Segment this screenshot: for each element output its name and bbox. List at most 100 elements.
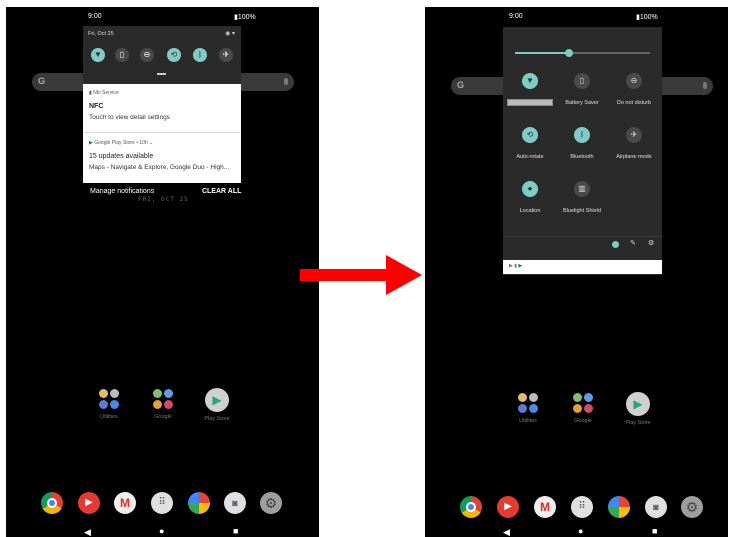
brightness-fill [515,52,569,54]
photos-icon[interactable] [188,492,210,514]
battery-saver-icon[interactable]: ▯ [115,48,129,62]
bluetooth-icon: ᛒ [574,127,590,143]
status-battery: ▮100% [234,14,256,21]
brightness-thumb[interactable] [565,49,573,57]
quick-settings-panel: ▼ ▯ Battery Saver ⊖ Do not disturb ⟲ Aut… [503,27,662,275]
youtube-icon[interactable]: ▶ [78,492,100,514]
gmail-icon[interactable]: M [114,492,136,514]
faint-date: FRI, OCT 25 [138,196,189,203]
tile-do-not-disturb[interactable]: ⊖ Do not disturb [604,73,664,106]
chrome-icon[interactable] [460,496,482,518]
notification-title: NFC [89,103,104,110]
youtube-icon[interactable]: ▶ [497,496,519,518]
right-screen: 9:00 ▮100% G ▼ ▯ Battery Saver ⊖ Do not … [425,7,728,537]
nfc-app-row: ▮ Nfc Service [89,90,119,96]
manage-notifications-button[interactable]: Manage notifications [90,188,154,195]
tile-wifi[interactable]: ▼ [500,73,560,106]
location-icon: ● [522,181,538,197]
google-folder[interactable]: Google [563,392,603,424]
tile-label: Bluelight Shield [563,208,601,214]
nav-back-icon[interactable]: ◀ [503,527,510,537]
tile-label: Location [519,208,541,214]
tile-label: Auto-rotate [516,154,544,160]
status-time: 9:00 [88,13,102,20]
utilities-folder-icon [98,388,120,410]
tile-location[interactable]: ● Location [500,181,560,214]
play-store-icon: ▶ [626,392,650,416]
play-store-app[interactable]: ▶ Play Store [618,392,658,426]
wifi-label-redacted [507,99,553,106]
notification-play-store[interactable]: ▶ Google Play Store • 10h ⌄ 15 updates a… [83,133,241,183]
play-icon: ▶ [89,140,93,146]
user-icon[interactable] [612,241,619,248]
eye-icon: ◉ ▾ [225,31,235,37]
nav-recents-icon[interactable]: ■ [233,526,238,536]
settings-icon[interactable]: ⚙ [681,496,703,518]
app-drawer-icon[interactable]: ⠿ [151,492,173,514]
status-battery: ▮100% [636,14,658,21]
camera-icon[interactable]: ◙ [645,496,667,518]
settings-gear-icon[interactable]: ⚙ [648,239,654,247]
tile-battery-saver[interactable]: ▯ Battery Saver [552,73,612,106]
wifi-icon: ▼ [522,73,538,89]
tile-label: Bluetooth [570,154,594,160]
tile-auto-rotate[interactable]: ⟲ Auto-rotate [500,127,560,160]
google-folder[interactable]: Google [143,388,183,420]
tile-label: Battery Saver [565,100,599,106]
battery-saver-icon: ▯ [574,73,590,89]
app-drawer-icon[interactable]: ⠿ [571,496,593,518]
nav-back-icon[interactable]: ◀ [84,527,91,537]
play-store-icon: ▶ [205,388,229,412]
google-folder-icon [572,392,594,414]
nav-home-icon[interactable]: ● [578,526,583,536]
app-label: Utilities [519,418,537,424]
mic-icon [284,78,288,85]
clear-all-button[interactable]: CLEAR ALL [202,188,241,195]
notification-nfc[interactable]: ▮ Nfc Service NFC Touch to view detail s… [83,84,241,133]
wifi-icon[interactable]: ▼ [91,48,105,62]
notification-icons: ▶ ▮ ▶ [509,263,523,269]
utilities-folder[interactable]: Utilities [508,392,548,424]
bluetooth-icon[interactable]: ᛒ [193,48,207,62]
app-label: Play Store [625,420,651,426]
utilities-folder[interactable]: Utilities [89,388,129,420]
notification-title: 15 updates available [89,153,154,160]
play-store-app[interactable]: ▶ Play Store [197,388,237,422]
photos-icon[interactable] [608,496,630,518]
settings-icon[interactable]: ⚙ [260,492,282,514]
transition-arrow-icon [300,255,422,295]
shade-date: Fri, Oct 25 [88,31,114,37]
brightness-slider[interactable] [515,49,650,57]
app-label: Play Store [204,416,230,422]
nav-recents-icon[interactable]: ■ [652,526,657,536]
google-g-icon: G [38,76,46,86]
nav-home-icon[interactable]: ● [159,526,164,536]
app-label: Google [574,418,592,424]
do-not-disturb-icon[interactable]: ⊖ [140,48,154,62]
play-store-app-row: ▶ Google Play Store • 10h ⌄ [89,140,154,146]
airplane-icon[interactable]: ✈ [219,48,233,62]
divider [503,236,662,237]
bluelight-shield-icon: ▥ [574,181,590,197]
drag-handle[interactable] [157,73,166,75]
tile-bluelight-shield[interactable]: ▥ Bluelight Shield [552,181,612,214]
tile-label: Do not disturb [616,100,652,106]
app-label: Google [154,414,172,420]
mic-icon [703,82,707,89]
camera-icon[interactable]: ◙ [224,492,246,514]
airplane-icon: ✈ [626,127,642,143]
chrome-icon[interactable] [41,492,63,514]
collapsed-notifications[interactable]: ▶ ▮ ▶ [503,260,662,274]
do-not-disturb-icon: ⊖ [626,73,642,89]
tile-bluetooth[interactable]: ᛒ Bluetooth [552,127,612,160]
tile-label: Airplane mode [616,154,652,160]
gmail-icon[interactable]: M [534,496,556,518]
quick-settings-shade: Fri, Oct 25 ◉ ▾ ▼ ▯ ⊖ ⟲ ᛒ ✈ [83,26,241,84]
tile-airplane-mode[interactable]: ✈ Airplane mode [604,127,664,160]
notification-body: Touch to view detail settings [89,114,170,121]
edit-pencil-icon[interactable]: ✎ [630,239,636,247]
status-time: 9:00 [509,13,523,20]
google-folder-icon [152,388,174,410]
auto-rotate-icon[interactable]: ⟲ [167,48,181,62]
notification-body: Maps - Navigate & Explore, Google Duo - … [89,164,230,171]
